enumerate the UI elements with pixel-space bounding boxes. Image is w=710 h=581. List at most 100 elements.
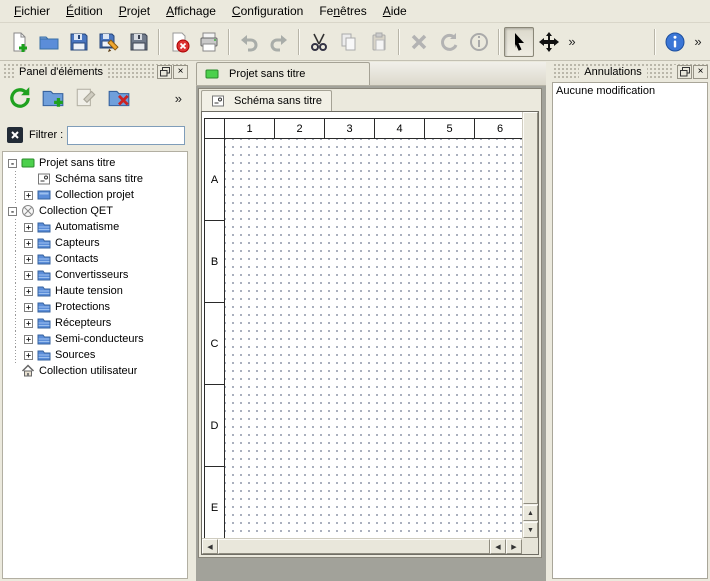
menu-fichier[interactable]: Fichier: [6, 2, 58, 20]
save-all-icon: [128, 31, 150, 53]
vertical-scrollbar-thumb[interactable]: [523, 112, 538, 504]
tree-item-convertisseurs[interactable]: +Convertisseurs: [3, 267, 187, 283]
scroll-left-button[interactable]: ◀: [202, 539, 218, 554]
tree-item-capteurs[interactable]: + Capteurs: [3, 235, 187, 251]
undo-panel-header[interactable]: Annulations ×: [552, 64, 708, 80]
scroll-right-button[interactable]: ▶: [506, 539, 522, 554]
tree-item-haute-tension[interactable]: +Haute tension: [3, 283, 187, 299]
tree-item-automatisme[interactable]: +Automatisme: [3, 219, 187, 235]
toolbar-overflow-button-2[interactable]: »: [690, 27, 706, 57]
horizontal-scrollbar-thumb[interactable]: [218, 539, 490, 554]
menu-bar: Fichier Édition Projet Affichage Configu…: [0, 0, 710, 23]
tree-item-contacts[interactable]: +Contacts: [3, 251, 187, 267]
scroll-down-button[interactable]: ▼: [523, 522, 538, 538]
horizontal-scrollbar[interactable]: ◀ ◀ ▶: [202, 538, 522, 554]
menu-fenetres[interactable]: Fenêtres: [311, 2, 374, 20]
row-header: E: [205, 467, 225, 549]
delete-button[interactable]: [404, 27, 434, 57]
print-button[interactable]: [194, 27, 224, 57]
close-button[interactable]: [164, 27, 194, 57]
paste-button[interactable]: [364, 27, 394, 57]
filter-row: Filtrer :: [0, 123, 190, 147]
filter-input[interactable]: [67, 126, 185, 145]
toolbar-overflow-button[interactable]: »: [564, 27, 580, 57]
float-panel-button[interactable]: [677, 65, 692, 79]
panel-title: Panel d'éléments: [14, 66, 108, 78]
diagram-grid[interactable]: [225, 139, 525, 549]
menu-aide[interactable]: Aide: [375, 2, 415, 20]
collection-icon: [37, 188, 51, 202]
panel-title: Annulations: [579, 66, 647, 78]
tree-item-semi-conducteurs[interactable]: +Semi-conducteurs: [3, 331, 187, 347]
close-panel-button[interactable]: ×: [173, 65, 188, 79]
tree-item-collection-qet[interactable]: -Collection QET: [3, 203, 187, 219]
tree-item-projet-sans-titre[interactable]: -Projet sans titre: [3, 155, 187, 171]
elements-panel-header[interactable]: Panel d'éléments ×: [2, 64, 188, 80]
save-all-button[interactable]: [124, 27, 154, 57]
menu-edition[interactable]: Édition: [58, 2, 111, 20]
tree-item-collection-projet[interactable]: +Collection projet: [3, 187, 187, 203]
diagram-view[interactable]: 1 2 3 4 5 6 A B C D E: [201, 111, 539, 555]
undo-button[interactable]: [234, 27, 264, 57]
edit-element-icon: [74, 86, 98, 110]
expander-icon[interactable]: +: [24, 255, 33, 264]
expander-icon[interactable]: -: [8, 159, 17, 168]
close-icon: ×: [178, 67, 184, 77]
about-button[interactable]: [660, 27, 690, 57]
cut-button[interactable]: [304, 27, 334, 57]
tree-item-protections[interactable]: +Protections: [3, 299, 187, 315]
save-as-button[interactable]: [94, 27, 124, 57]
expander-icon[interactable]: +: [24, 271, 33, 280]
expander-icon[interactable]: -: [8, 207, 17, 216]
tree-item-label: Collection utilisateur: [39, 365, 137, 377]
tab-schema-sans-titre[interactable]: Schéma sans titre: [201, 90, 332, 111]
menu-configuration[interactable]: Configuration: [224, 2, 311, 20]
tree-item-label: Récepteurs: [55, 317, 111, 329]
chevron-right-icon: »: [175, 91, 182, 106]
column-header: 6: [475, 119, 525, 139]
expander-icon[interactable]: +: [24, 335, 33, 344]
edit-element-button[interactable]: [72, 84, 100, 112]
clear-filter-button[interactable]: [5, 125, 25, 145]
new-document-icon: [8, 31, 30, 53]
elements-tree: -Projet sans titre Schéma sans titre +Co…: [2, 151, 188, 579]
float-panel-button[interactable]: [157, 65, 172, 79]
expander-icon[interactable]: +: [24, 191, 33, 200]
scroll-up-button[interactable]: ▲: [523, 505, 538, 521]
expander-icon[interactable]: +: [24, 287, 33, 296]
row-header: B: [205, 221, 225, 303]
redo-button[interactable]: [264, 27, 294, 57]
vertical-scrollbar[interactable]: ▲ ▼: [522, 112, 538, 538]
expander-icon[interactable]: +: [24, 223, 33, 232]
menu-affichage[interactable]: Affichage: [158, 2, 224, 20]
save-button[interactable]: [64, 27, 94, 57]
panel-toolbar-overflow-button[interactable]: »: [175, 91, 184, 106]
close-icon: ×: [698, 67, 704, 77]
rotate-button[interactable]: [434, 27, 464, 57]
expander-icon[interactable]: +: [24, 351, 33, 360]
expander-icon[interactable]: +: [24, 239, 33, 248]
expander-icon[interactable]: +: [24, 303, 33, 312]
tree-item-schema-sans-titre[interactable]: Schéma sans titre: [3, 171, 187, 187]
move-mode-button[interactable]: [534, 27, 564, 57]
tree-item-recepteurs[interactable]: + Récepteurs: [3, 315, 187, 331]
tree-item-label: Capteurs: [55, 237, 100, 249]
expander-icon[interactable]: +: [24, 319, 33, 328]
tree-item-collection-utilisateur[interactable]: Collection utilisateur: [3, 363, 187, 379]
tree-item-label: Schéma sans titre: [55, 173, 143, 185]
tab-projet-sans-titre[interactable]: Projet sans titre: [196, 62, 370, 85]
scroll-left-button-2[interactable]: ◀: [490, 539, 506, 554]
new-element-button[interactable]: [39, 84, 67, 112]
undo-list[interactable]: Aucune modification: [552, 82, 708, 579]
close-panel-button[interactable]: ×: [693, 65, 708, 79]
delete-element-button[interactable]: [105, 84, 133, 112]
new-button[interactable]: [4, 27, 34, 57]
menu-projet[interactable]: Projet: [111, 2, 158, 20]
scroll-right-icon: ▶: [511, 543, 516, 551]
open-button[interactable]: [34, 27, 64, 57]
info-button[interactable]: [464, 27, 494, 57]
reload-collections-button[interactable]: [6, 84, 34, 112]
tree-item-sources[interactable]: +Sources: [3, 347, 187, 363]
select-mode-button[interactable]: [504, 27, 534, 57]
copy-button[interactable]: [334, 27, 364, 57]
